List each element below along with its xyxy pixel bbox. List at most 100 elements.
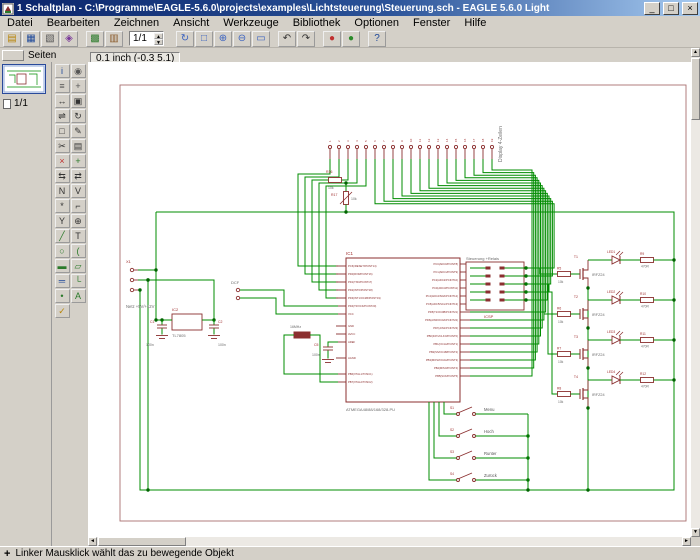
value-button[interactable]: V xyxy=(71,184,86,198)
erc-button[interactable]: ✓ xyxy=(55,304,70,318)
scroll-up-icon[interactable]: ▲ xyxy=(691,48,700,57)
rect-button[interactable]: ▬ xyxy=(55,259,70,273)
icsp-header-box[interactable] xyxy=(466,262,526,310)
mcu-ic1[interactable]: PC6(/RESET/PCINT14)PD0(RXD/PCINT16)PD1(T… xyxy=(336,258,470,402)
menu-fenster[interactable]: Fenster xyxy=(406,16,457,30)
group-button[interactable]: □ xyxy=(55,124,70,138)
scroll-right-icon[interactable]: ► xyxy=(682,537,691,546)
mirror-button[interactable]: ⇌ xyxy=(55,109,70,123)
miter-button[interactable]: ⌐ xyxy=(71,199,86,213)
menu-bar: DateiBearbeitenZeichnenAnsichtWerkzeugeB… xyxy=(0,16,700,30)
spin-down-icon[interactable]: ▼ xyxy=(154,39,163,45)
zoom-spinner[interactable]: ▲ ▼ xyxy=(154,33,163,45)
move-button[interactable]: ↔ xyxy=(55,94,70,108)
info-button[interactable]: i xyxy=(55,64,70,78)
zoom-out-button[interactable]: ⊖ xyxy=(233,31,251,47)
bus-button[interactable]: ═ xyxy=(55,274,70,288)
panel-grip-button[interactable] xyxy=(2,50,24,61)
drawing-canvas[interactable]: 12345678910111213141516171819Display 4-Z… xyxy=(88,62,691,537)
gateswap-button[interactable]: ⇄ xyxy=(71,169,86,183)
circle-button[interactable]: ○ xyxy=(55,244,70,258)
vertical-scroll-thumb[interactable] xyxy=(691,58,700,120)
vertical-scrollbar[interactable]: ▲ ▼ xyxy=(691,48,700,537)
redraw-button[interactable]: ↻ xyxy=(176,31,194,47)
zoom-in-button[interactable]: ⊕ xyxy=(214,31,232,47)
title-bar: 1 Schaltplan - C:\Programme\EAGLE-5.6.0\… xyxy=(0,0,700,16)
sheet-thumbnail-image xyxy=(3,65,45,93)
zoom-fit-button[interactable]: □ xyxy=(195,31,213,47)
split-button[interactable]: Y xyxy=(55,214,70,228)
maximize-button[interactable]: □ xyxy=(663,2,679,15)
svg-text:S3: S3 xyxy=(450,450,454,454)
minimize-button[interactable]: _ xyxy=(644,2,660,15)
svg-text:PB2(SS/OC1B/PCINT2): PB2(SS/OC1B/PCINT2) xyxy=(429,350,458,354)
copy-button[interactable]: ▣ xyxy=(71,94,86,108)
mark-button[interactable]: + xyxy=(71,79,86,93)
net-button[interactable]: └ xyxy=(71,274,86,288)
power-supply[interactable] xyxy=(130,268,338,382)
sheet-item[interactable]: 1/1 xyxy=(0,96,51,109)
show-button[interactable]: ◉ xyxy=(71,64,86,78)
svg-text:10: 10 xyxy=(409,138,413,142)
driver-stages[interactable]: T1IRFZ24R510kLED1R9470RT2IRFZ24R610kLED2… xyxy=(526,250,676,490)
sheets-header: Seiten xyxy=(0,48,88,62)
add-button[interactable]: + xyxy=(71,154,86,168)
menu-werkzeuge[interactable]: Werkzeuge xyxy=(216,16,285,30)
horizontal-scrollbar[interactable]: ◄ ► xyxy=(88,537,691,546)
cut-button[interactable]: ✂ xyxy=(55,139,70,153)
svg-text:16MHz: 16MHz xyxy=(290,325,301,329)
arc-button[interactable]: ( xyxy=(71,244,86,258)
redo-button[interactable]: ↷ xyxy=(297,31,315,47)
menu-ansicht[interactable]: Ansicht xyxy=(166,16,216,30)
menu-bearbeiten[interactable]: Bearbeiten xyxy=(40,16,107,30)
wire-button[interactable]: ╱ xyxy=(55,229,70,243)
svg-text:100n: 100n xyxy=(312,353,320,357)
paste-button[interactable]: ▤ xyxy=(71,139,86,153)
close-button[interactable]: × xyxy=(682,2,698,15)
label-button[interactable]: A xyxy=(71,289,86,303)
menu-switches[interactable]: S1MenuS2HochS3RunterS4Zurück xyxy=(429,402,530,492)
pinswap-button[interactable]: ⇆ xyxy=(55,169,70,183)
use-library-button[interactable]: ▥ xyxy=(105,31,123,47)
save-file-button[interactable]: ▦ xyxy=(22,31,40,47)
schematic-svg[interactable]: 12345678910111213141516171819Display 4-Z… xyxy=(88,62,691,537)
display-layers-button[interactable]: ≡ xyxy=(55,79,70,93)
scroll-down-icon[interactable]: ▼ xyxy=(691,528,700,537)
undo-button[interactable]: ↶ xyxy=(278,31,296,47)
open-file-button[interactable]: ▤ xyxy=(3,31,21,47)
menu-bibliothek[interactable]: Bibliothek xyxy=(286,16,348,30)
resistor-r16[interactable] xyxy=(329,178,342,183)
sheet-thumbnail[interactable] xyxy=(2,64,46,94)
cam-processor-button[interactable]: ◈ xyxy=(60,31,78,47)
scroll-left-icon[interactable]: ◄ xyxy=(88,537,97,546)
svg-text:AGND: AGND xyxy=(348,356,356,360)
print-button[interactable]: ▧ xyxy=(41,31,59,47)
svg-text:R8: R8 xyxy=(557,387,561,391)
svg-text:10k: 10k xyxy=(328,186,334,190)
svg-text:Hoch: Hoch xyxy=(484,429,494,434)
delete-button[interactable]: × xyxy=(55,154,70,168)
menu-optionen[interactable]: Optionen xyxy=(347,16,406,30)
name-button[interactable]: N xyxy=(55,184,70,198)
zoom-select[interactable]: 1/1 ▲ ▼ xyxy=(129,31,164,46)
go-button[interactable]: ● xyxy=(342,31,360,47)
status-bar: + Linker Mausklick wählt das zu bewegend… xyxy=(0,546,700,560)
rotate-button[interactable]: ↻ xyxy=(71,109,86,123)
horizontal-scroll-thumb[interactable] xyxy=(98,537,186,546)
open-board-button[interactable]: ▩ xyxy=(86,31,104,47)
menu-zeichnen[interactable]: Zeichnen xyxy=(107,16,166,30)
change-button[interactable]: ✎ xyxy=(71,124,86,138)
svg-text:X1: X1 xyxy=(126,259,132,264)
help-button[interactable]: ? xyxy=(368,31,386,47)
circle-icon: ○ xyxy=(59,246,64,256)
zoom-select-button[interactable]: ▭ xyxy=(252,31,270,47)
junction-button[interactable]: • xyxy=(55,289,70,303)
stop-button[interactable]: ● xyxy=(323,31,341,47)
menu-datei[interactable]: Datei xyxy=(0,16,40,30)
menu-hilfe[interactable]: Hilfe xyxy=(457,16,493,30)
invoke-button[interactable]: ⊕ xyxy=(71,214,86,228)
polygon-button[interactable]: ▱ xyxy=(71,259,86,273)
smash-button[interactable]: * xyxy=(55,199,70,213)
text-button[interactable]: T xyxy=(71,229,86,243)
svg-text:T4: T4 xyxy=(574,375,578,379)
